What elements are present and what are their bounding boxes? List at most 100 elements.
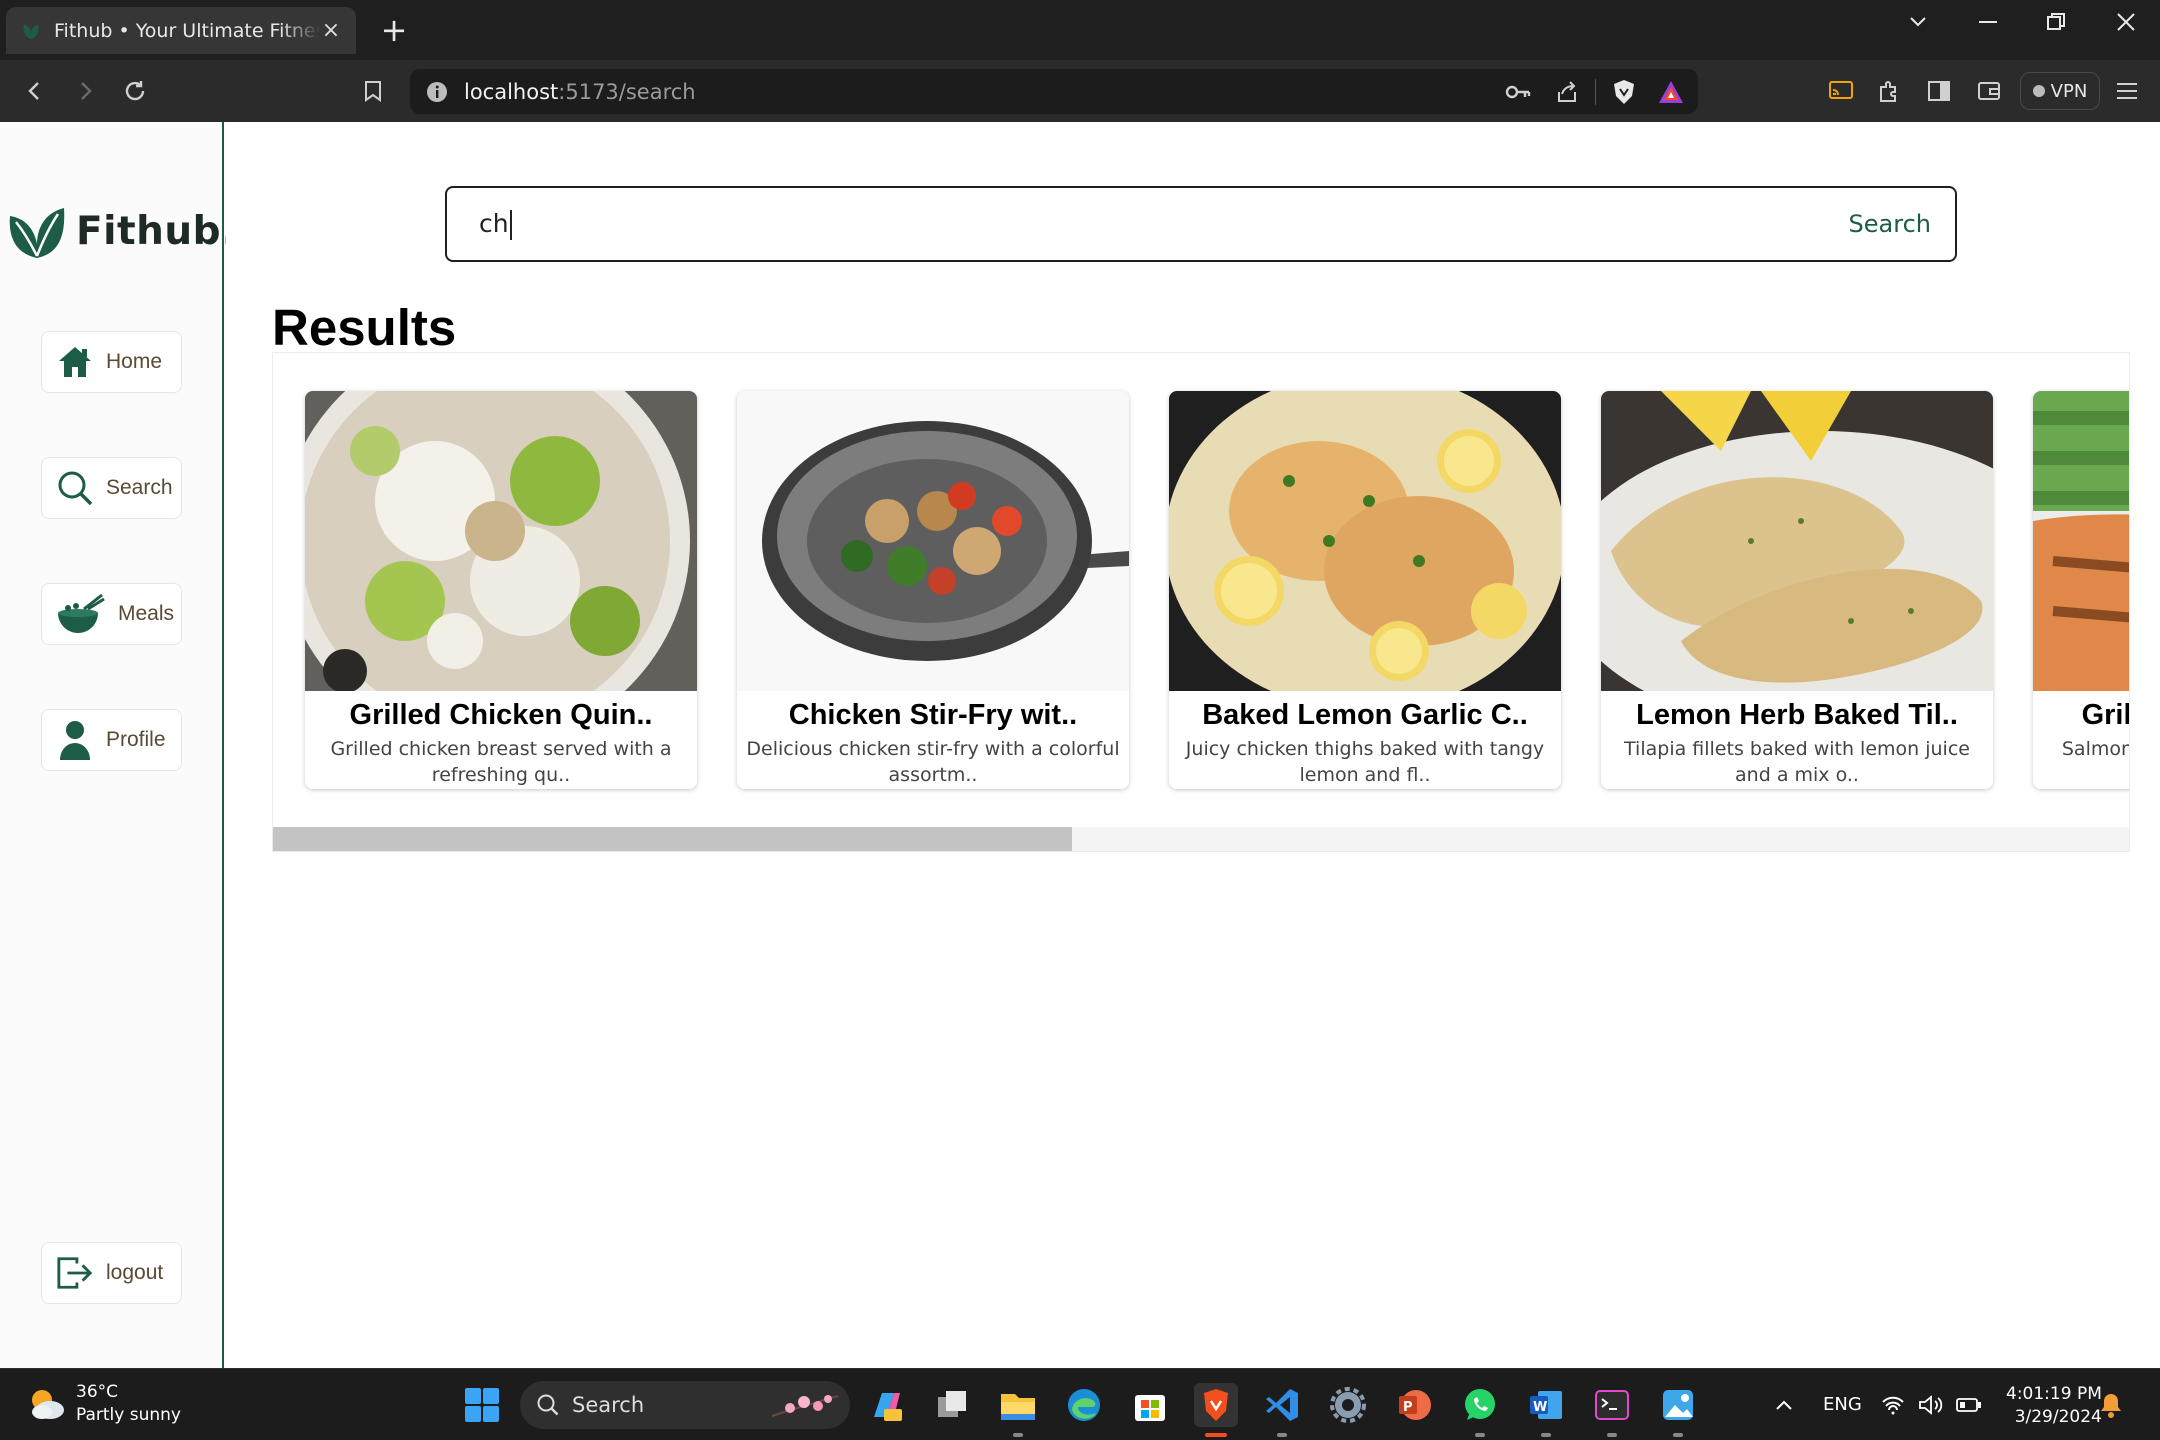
close-window-icon[interactable] [2096,0,2156,44]
active-indicator [1205,1433,1227,1437]
logout-button[interactable]: logout [41,1242,182,1304]
address-bar[interactable]: localhost:5173/search [410,69,1698,114]
scrollbar-thumb[interactable] [273,827,1072,851]
meal-card[interactable]: Chicken Stir-Fry wit.. Delicious chicken… [737,391,1129,789]
meal-card-title: Lemon Herb Baked Til.. [1636,699,1958,731]
vpn-button[interactable]: VPN [2020,72,2100,110]
search-bar: ch Search [445,186,1957,262]
language-indicator[interactable]: ENG [1823,1394,1862,1415]
share-icon[interactable] [1555,80,1579,104]
text-caret [509,209,512,240]
terminal-icon[interactable] [1590,1383,1634,1437]
copilot-icon[interactable] [864,1383,908,1427]
word-icon[interactable]: W [1524,1383,1568,1437]
svg-text:P: P [1403,1400,1413,1415]
meal-image-chicken-stir-fry [737,391,1129,691]
partly-sunny-icon [32,1390,64,1419]
whatsapp-icon[interactable] [1458,1383,1502,1437]
taskbar-clock[interactable]: 4:01:19 PM 3/29/2024 [2006,1383,2102,1429]
results-list: Grilled Chicken Quin.. Grilled chicken b… [305,391,2130,789]
search-input-value: ch [479,208,509,238]
logout-label: logout [106,1261,164,1284]
powerpoint-icon[interactable]: P [1392,1383,1436,1427]
meal-image-baked-lemon-chicken [1169,391,1561,691]
photos-icon[interactable] [1656,1383,1700,1437]
running-indicator [1607,1433,1617,1437]
search-button[interactable]: Search [1849,210,1931,238]
meal-card[interactable]: Grilled Chicken Quin.. Grilled chicken b… [305,391,697,789]
vpn-label: VPN [2050,80,2088,102]
meal-card[interactable]: Grilled Salmon with .. Salmon fillets gr… [2033,391,2130,789]
tab-close-icon[interactable]: × [320,18,342,43]
user-icon [56,721,94,760]
meal-card-description: Salmon fillets grilled to perfection.. [2061,738,2130,760]
brave-rewards-icon[interactable] [1658,80,1684,104]
new-tab-icon[interactable]: + [376,12,412,48]
nav-search-label: Search [106,476,173,499]
svg-text:W: W [1533,1400,1547,1415]
nav-meals-button[interactable]: Meals [41,583,182,645]
browser-toolbar: localhost:5173/search VPN [0,60,2160,122]
taskbar-search[interactable]: Search [520,1381,850,1429]
meal-image-lemon-herb-tilapia [1601,391,1993,691]
info-icon[interactable] [426,81,448,103]
nav-meals-label: Meals [118,602,175,625]
menu-icon[interactable] [2108,72,2146,110]
brave-browser-icon[interactable] [1194,1383,1238,1437]
key-icon[interactable] [1505,83,1531,101]
running-indicator [1673,1433,1683,1437]
bookmark-icon[interactable] [354,72,392,110]
notification-bell-icon[interactable] [2096,1383,2126,1427]
results-heading: Results [272,299,457,356]
vscode-icon[interactable] [1260,1383,1304,1437]
search-input[interactable]: ch [479,209,1849,240]
wifi-icon[interactable] [1878,1383,1908,1427]
results-carousel: Grilled Chicken Quin.. Grilled chicken b… [272,352,2130,852]
task-view-icon[interactable] [930,1383,974,1427]
restore-icon[interactable] [2026,0,2086,44]
tab-title: Fithub • Your Ultimate Fitness Companion [54,19,320,42]
meal-card[interactable]: Baked Lemon Garlic C.. Juicy chicken thi… [1169,391,1561,789]
meal-image-grilled-salmon [2033,391,2129,691]
nav-home-button[interactable]: Home [41,331,182,393]
url-host: localhost [464,79,559,104]
wallet-icon[interactable] [1970,72,2008,110]
nav-profile-label: Profile [106,728,166,751]
tab-search-chevron-icon[interactable] [1888,0,1948,44]
back-icon[interactable] [16,72,54,110]
fithub-logo[interactable]: Fithub. [6,202,236,260]
vpn-status-icon [2032,85,2045,97]
weather-widget[interactable]: 36°C Partly sunny [26,1381,181,1427]
search-icon [56,469,94,507]
battery-icon[interactable] [1954,1383,1984,1427]
weather-temperature: 36°C [76,1382,119,1402]
nav-home-label: Home [106,350,163,373]
minimize-icon[interactable] [1958,0,2018,44]
fithub-favicon-icon [23,24,39,39]
nav-search-button[interactable]: Search [41,457,182,519]
extensions-icon[interactable] [1870,72,1908,110]
meal-card-title: Baked Lemon Garlic C.. [1202,699,1528,731]
weather-condition: Partly sunny [76,1405,181,1425]
nav-profile-button[interactable]: Profile [41,709,182,771]
cast-icon[interactable] [1822,72,1860,110]
horizontal-scrollbar[interactable] [273,827,2129,851]
brave-shields-icon[interactable] [1612,79,1636,105]
settings-icon[interactable] [1326,1383,1370,1427]
meal-card-title: Grilled Salmon with .. [2081,699,2129,731]
volume-icon[interactable] [1916,1383,1946,1427]
show-hidden-icons-chevron-icon[interactable] [1762,1383,1806,1427]
reload-icon[interactable] [116,72,154,110]
sidebar-icon[interactable] [1920,72,1958,110]
forward-icon[interactable] [66,72,104,110]
meal-card[interactable]: Lemon Herb Baked Til.. Tilapia fillets b… [1601,391,1993,789]
sidebar: Fithub. Home Search Meals Profile logout [0,122,236,1368]
edge-icon[interactable] [1062,1383,1106,1427]
meal-card-title: Grilled Chicken Quin.. [349,699,653,731]
microsoft-store-icon[interactable] [1128,1383,1172,1427]
url-text: localhost:5173/search [464,80,696,104]
windows-start-icon[interactable] [464,1387,500,1427]
browser-tab[interactable]: Fithub • Your Ultimate Fitness Companion… [6,7,356,54]
file-explorer-icon[interactable] [996,1383,1040,1437]
taskbar-search-icon [537,1394,559,1416]
